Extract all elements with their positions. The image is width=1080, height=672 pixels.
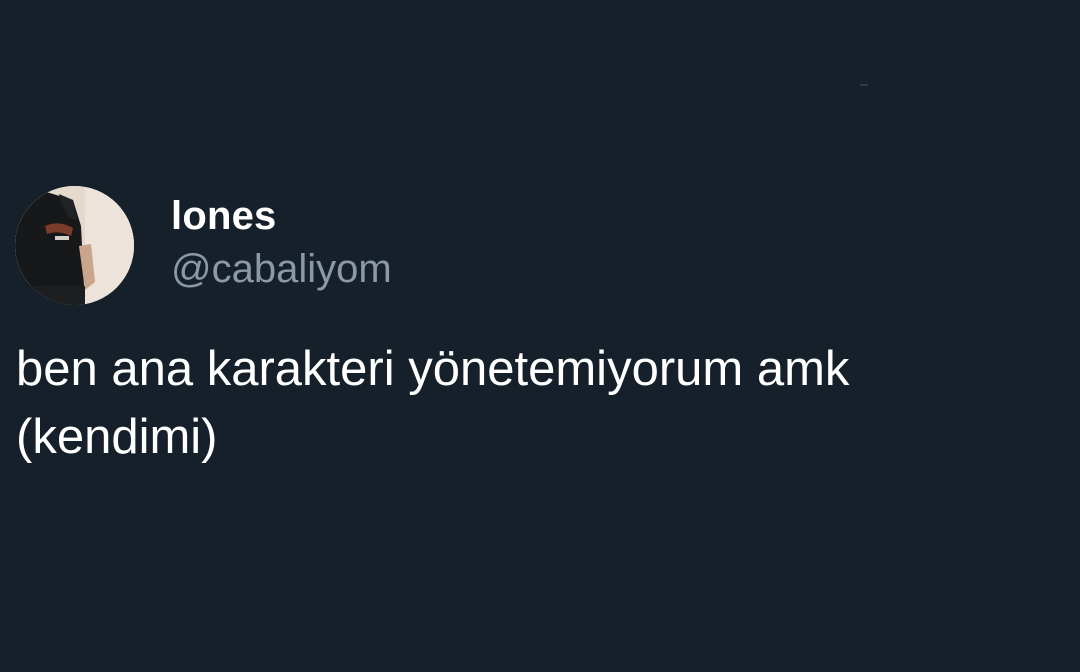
tweet-card: lones @cabaliyom ben ana karakteri yönet… bbox=[0, 0, 1080, 672]
tweet-text: ben ana karakteri yönetemiyorum amk (ken… bbox=[16, 342, 850, 464]
decorative-divider bbox=[860, 84, 868, 86]
display-name[interactable]: lones bbox=[171, 193, 276, 239]
user-handle[interactable]: @cabaliyom bbox=[171, 246, 392, 292]
avatar-photo-icon bbox=[15, 186, 134, 305]
user-avatar[interactable] bbox=[15, 186, 134, 305]
